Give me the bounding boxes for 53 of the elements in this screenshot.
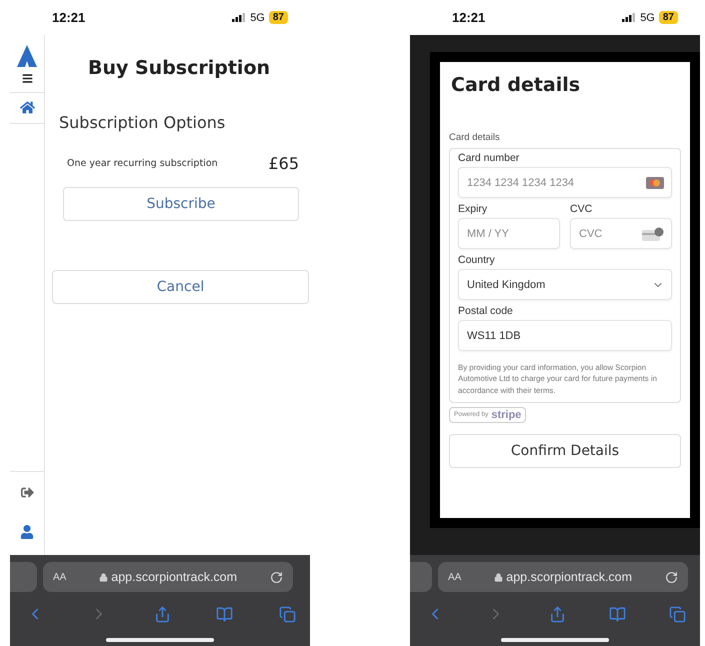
address-bar[interactable]: AA app.scorpiontrack.com <box>43 562 293 592</box>
input-field[interactable]: CVC <box>570 218 672 249</box>
lock-icon <box>494 572 504 582</box>
form-label: Card details <box>449 132 501 143</box>
user-icon[interactable] <box>20 525 34 539</box>
status-time: 12:21 <box>52 10 86 25</box>
plan-price: £65 <box>268 154 299 173</box>
text-size-button[interactable]: AA <box>53 572 66 582</box>
home-icon[interactable] <box>20 100 34 115</box>
logout-icon[interactable] <box>20 486 34 499</box>
confirm-button[interactable]: Confirm Details <box>449 434 681 468</box>
section-title: Subscription Options <box>59 113 226 132</box>
field-label: Postal code <box>458 305 514 317</box>
cancel-button[interactable]: Cancel <box>52 270 309 304</box>
tab-preview[interactable] <box>410 562 432 592</box>
url-text: app.scorpiontrack.com <box>66 570 270 584</box>
tab-preview[interactable] <box>10 562 37 592</box>
dialog-title: Card details <box>451 74 582 96</box>
field-label: Card number <box>458 152 520 164</box>
field-label: CVC <box>570 203 594 215</box>
text-size-button[interactable]: AA <box>448 572 462 582</box>
bookmarks-icon[interactable] <box>608 606 626 622</box>
network-label: 5G <box>640 12 655 24</box>
logo-icon <box>17 45 37 67</box>
page-title: Buy Subscription <box>86 57 272 79</box>
badge-brand: stripe <box>491 408 522 421</box>
share-icon[interactable] <box>548 606 566 622</box>
plan-label: One year recurring subscription <box>67 158 218 169</box>
lock-icon <box>99 572 108 582</box>
country-select[interactable]: United Kingdom <box>458 269 672 300</box>
tabs-icon[interactable] <box>669 606 686 622</box>
address-bar[interactable]: AA app.scorpiontrack.com <box>438 562 688 592</box>
card-brand-icon <box>646 176 664 188</box>
field-label: Expiry <box>458 203 488 215</box>
input-field[interactable]: 1234 1234 1234 1234 <box>458 167 672 198</box>
network-label: 5G <box>250 12 265 24</box>
battery-level: 87 <box>658 11 678 24</box>
signal-icon <box>232 13 246 22</box>
url-text: app.scorpiontrack.com <box>461 570 665 584</box>
field-label: Country <box>458 254 496 266</box>
subscribe-button[interactable]: Subscribe <box>63 187 299 221</box>
input-field[interactable]: MM / YY <box>458 218 560 249</box>
cvc-card-icon <box>642 226 664 240</box>
menu-icon[interactable] <box>22 73 32 84</box>
battery-level: 87 <box>268 11 288 24</box>
status-time: 12:21 <box>452 10 486 25</box>
reload-icon[interactable] <box>270 570 283 584</box>
tabs-icon[interactable] <box>279 606 296 622</box>
bookmarks-icon[interactable] <box>216 606 234 622</box>
reload-icon[interactable] <box>665 570 678 584</box>
signal-icon <box>622 13 636 22</box>
input-field[interactable]: WS11 1DB <box>458 320 672 351</box>
share-icon[interactable] <box>154 606 170 622</box>
